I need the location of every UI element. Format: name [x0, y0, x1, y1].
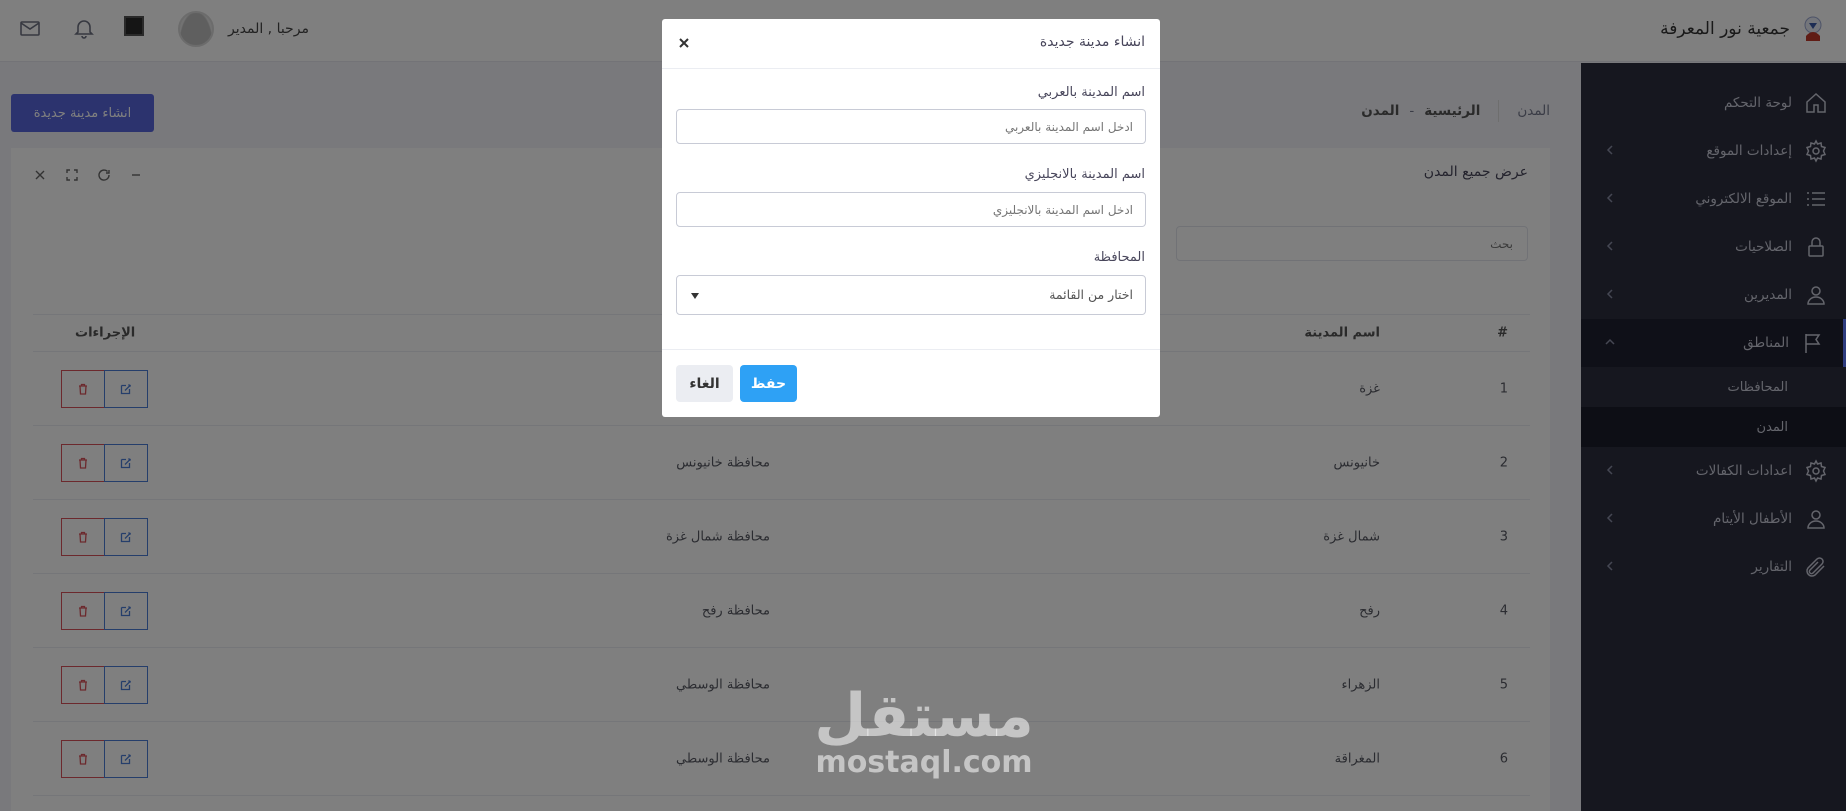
name-en-field[interactable]: [676, 192, 1146, 227]
watermark: مستقل mostaql.com: [804, 686, 1044, 779]
modal-title: انشاء مدينة جديدة: [1039, 34, 1145, 50]
watermark-arabic: مستقل: [814, 681, 1034, 751]
caret-down-icon: [691, 293, 699, 299]
name-ar-field[interactable]: [676, 109, 1146, 144]
create-city-modal: انشاء مدينة جديدة اسم المدينة بالعربي اس…: [662, 19, 1160, 417]
modal-footer: حفظ الغاء: [662, 349, 1160, 417]
governorate-select[interactable]: اختار من القائمة: [676, 275, 1146, 315]
name-en-label: اسم المدينة بالانجليزي: [1024, 167, 1145, 182]
cancel-button[interactable]: الغاء: [676, 365, 733, 402]
name-ar-label: اسم المدينة بالعربي: [1037, 85, 1145, 100]
close-icon[interactable]: [676, 35, 692, 51]
governorate-select-value: اختار من القائمة: [1049, 287, 1133, 302]
watermark-latin: mostaql.com: [815, 745, 1033, 780]
save-button[interactable]: حفظ: [740, 365, 797, 402]
modal-header: انشاء مدينة جديدة: [662, 19, 1160, 69]
governorate-label: المحافظة: [1093, 250, 1145, 265]
